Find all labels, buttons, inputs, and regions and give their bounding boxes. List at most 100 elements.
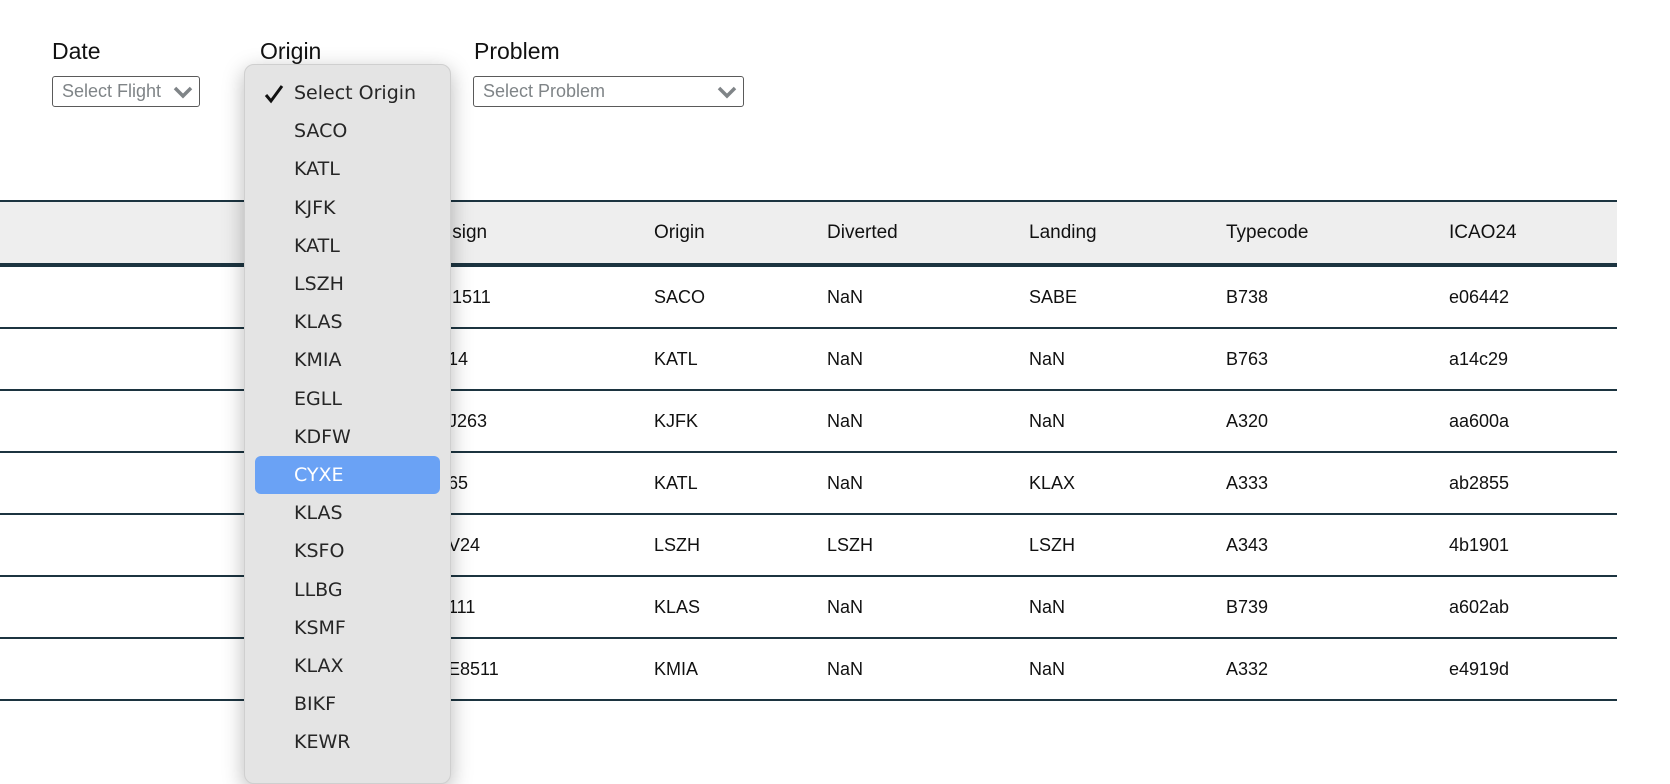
origin-option-label: KEWR (294, 731, 351, 754)
origin-option[interactable]: KMIA (255, 341, 440, 379)
table-cell: a602ab (1449, 596, 1510, 617)
origin-option-label: KSMF (294, 616, 346, 639)
table-cell: e4919d (1449, 658, 1510, 679)
origin-dropdown-menu[interactable]: Select Origin SACO KATL KJFK KATL LSZH KLAS KMI… (244, 64, 451, 784)
table-body: i1511 SACO NaN SABE B738 e06442 14 KATL NaN NaN B7… (0, 267, 1617, 701)
column-header: Origin (654, 221, 705, 243)
table-cell: ab2855 (1449, 472, 1510, 493)
origin-option-label: KSFO (294, 540, 345, 563)
origin-option[interactable]: KATL (255, 150, 440, 188)
table-cell: NaN (827, 658, 864, 679)
table-cell: NaN (1029, 410, 1066, 431)
table-cell: 14 (448, 348, 469, 369)
origin-option-label: BIKF (294, 693, 337, 716)
table-cell: LSZH (827, 534, 874, 555)
column-header: ICAO24 (1449, 221, 1517, 243)
origin-filter-label: Origin (260, 38, 322, 64)
origin-option-label: LLBG (294, 578, 343, 601)
table-row: 65 KATL NaN KLAX A333 ab2855 (0, 453, 1617, 515)
chevron-down-icon (717, 86, 737, 98)
chevron-down-icon (173, 86, 193, 98)
problem-select[interactable]: Select Problem (473, 76, 744, 107)
origin-option-label: KJFK (294, 196, 336, 219)
origin-option[interactable]: Select Origin (255, 74, 440, 112)
origin-option-label: SACO (294, 120, 348, 143)
checkmark-icon (264, 85, 284, 104)
date-filter-label: Date (52, 38, 101, 64)
table-cell: V24 (448, 534, 481, 555)
problem-select-placeholder: Select Problem (483, 81, 606, 101)
origin-option[interactable]: CYXE (255, 456, 440, 494)
table-cell: LSZH (1029, 534, 1076, 555)
origin-option-label: KDFW (294, 425, 351, 448)
table-cell: NaN (1029, 658, 1066, 679)
problem-filter-label: Problem (474, 38, 560, 64)
origin-option-label: KLAS (294, 502, 343, 525)
table-cell: KATL (654, 348, 698, 369)
origin-option[interactable]: KLAS (255, 303, 440, 341)
table-cell: A320 (1226, 410, 1269, 431)
table-cell: NaN (1029, 348, 1066, 369)
table-cell: a14c29 (1449, 348, 1509, 369)
table-cell: A343 (1226, 534, 1269, 555)
origin-option[interactable]: SACO (255, 112, 440, 150)
origin-option-label: CYXE (294, 464, 344, 486)
table-row: 111 KLAS NaN NaN B739 a602ab (0, 577, 1617, 639)
table-cell: KATL (654, 472, 698, 493)
table-row: E8511 KMIA NaN NaN A332 e4919d (0, 639, 1617, 701)
origin-option[interactable]: KLAS (255, 494, 440, 532)
table-cell: aa600a (1449, 410, 1510, 431)
table-cell: LSZH (654, 534, 701, 555)
table-cell: e06442 (1449, 286, 1510, 307)
table-cell: 111 (448, 596, 476, 617)
table-cell: J263 (448, 410, 488, 431)
table-cell: 4b1901 (1449, 534, 1510, 555)
table-cell: NaN (827, 472, 864, 493)
origin-option[interactable]: KSFO (255, 532, 440, 570)
table-cell: 65 (448, 472, 469, 493)
table-row: J263 KJFK NaN NaN A320 aa600a (0, 391, 1617, 453)
flights-table: lsign Origin Diverted Landing Typecode ICAO24… (0, 200, 1617, 701)
column-header: lsign (448, 221, 488, 243)
origin-option[interactable]: KSMF (255, 609, 440, 647)
table-header-row: lsign Origin Diverted Landing Typecode ICAO24 (0, 200, 1617, 267)
table-cell: A333 (1226, 472, 1269, 493)
origin-option-label: KLAX (294, 655, 344, 677)
table-row: 14 KATL NaN NaN B763 a14c29 (0, 329, 1617, 391)
table-cell: KLAX (1029, 472, 1076, 493)
table-cell: NaN (827, 286, 864, 307)
table-row: V24 LSZH LSZH LSZH A343 4b1901 (0, 515, 1617, 577)
table-cell: SABE (1029, 286, 1078, 307)
origin-option-label: KLAS (294, 311, 343, 334)
date-select-placeholder: Select Flight (62, 81, 162, 101)
origin-option[interactable]: LSZH (255, 265, 440, 303)
table-cell: B763 (1226, 348, 1269, 369)
table-row: i1511 SACO NaN SABE B738 e06442 (0, 267, 1617, 329)
origin-option[interactable]: BIKF (255, 685, 440, 723)
origin-option-label: KMIA (294, 349, 342, 372)
table-cell: NaN (827, 596, 864, 617)
column-header: Diverted (827, 221, 898, 243)
table-cell: B738 (1226, 286, 1269, 307)
table-cell: NaN (827, 410, 864, 431)
origin-option[interactable]: KDFW (255, 418, 440, 456)
table-cell: NaN (827, 348, 864, 369)
origin-option[interactable]: KJFK (255, 189, 440, 227)
table-cell: NaN (1029, 596, 1066, 617)
table-cell: i1511 (448, 286, 491, 307)
origin-option[interactable]: KATL (255, 227, 440, 265)
origin-option-label: KATL (294, 158, 340, 181)
column-header: Typecode (1226, 221, 1309, 243)
table-cell: KLAS (654, 596, 701, 617)
table-cell: KMIA (654, 658, 699, 679)
table-cell: A332 (1226, 658, 1269, 679)
table-cell: E8511 (448, 658, 499, 679)
origin-option[interactable]: LLBG (255, 571, 440, 609)
origin-option-label: EGLL (294, 387, 342, 410)
origin-option-label: LSZH (294, 273, 344, 295)
origin-option[interactable]: EGLL (255, 380, 440, 418)
date-select[interactable]: Select Flight (52, 76, 200, 107)
origin-option-label: KATL (294, 234, 340, 257)
origin-option[interactable]: KLAX (255, 647, 440, 685)
origin-option-label: Select Origin (294, 82, 417, 104)
